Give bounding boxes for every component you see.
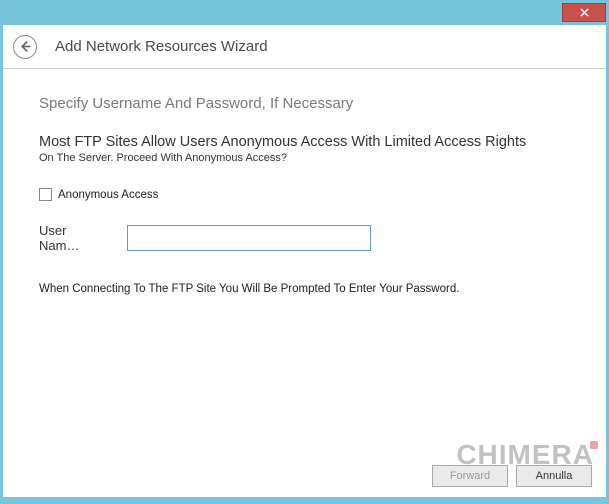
close-icon — [580, 8, 589, 17]
password-note: When Connecting To The FTP Site You Will… — [39, 283, 570, 295]
cancel-button[interactable]: Annulla — [516, 465, 592, 487]
titlebar — [3, 3, 606, 25]
wizard-content: Specify Username And Password, If Necess… — [3, 69, 606, 497]
anonymous-access-checkbox[interactable] — [39, 188, 52, 201]
username-row: User Nam… — [39, 223, 570, 253]
close-button[interactable] — [562, 3, 606, 22]
back-button[interactable] — [13, 35, 37, 59]
anonymous-access-label: Anonymous Access — [58, 189, 158, 201]
anonymous-access-row: Anonymous Access — [39, 188, 570, 201]
wizard-footer: Forward Annulla — [432, 465, 592, 487]
description-subtitle: On The Server. Proceed With Anonymous Ac… — [39, 152, 570, 164]
forward-button[interactable]: Forward — [432, 465, 508, 487]
wizard-title: Add Network Resources Wizard — [55, 38, 268, 55]
description-title: Most FTP Sites Allow Users Anonymous Acc… — [39, 134, 570, 150]
step-title: Specify Username And Password, If Necess… — [39, 95, 570, 112]
wizard-window: Add Network Resources Wizard Specify Use… — [0, 0, 609, 504]
username-label: User Nam… — [39, 223, 109, 253]
username-input[interactable] — [127, 225, 371, 251]
wizard-header: Add Network Resources Wizard — [3, 25, 606, 69]
watermark-dot-icon — [590, 441, 598, 449]
back-arrow-icon — [19, 40, 32, 53]
